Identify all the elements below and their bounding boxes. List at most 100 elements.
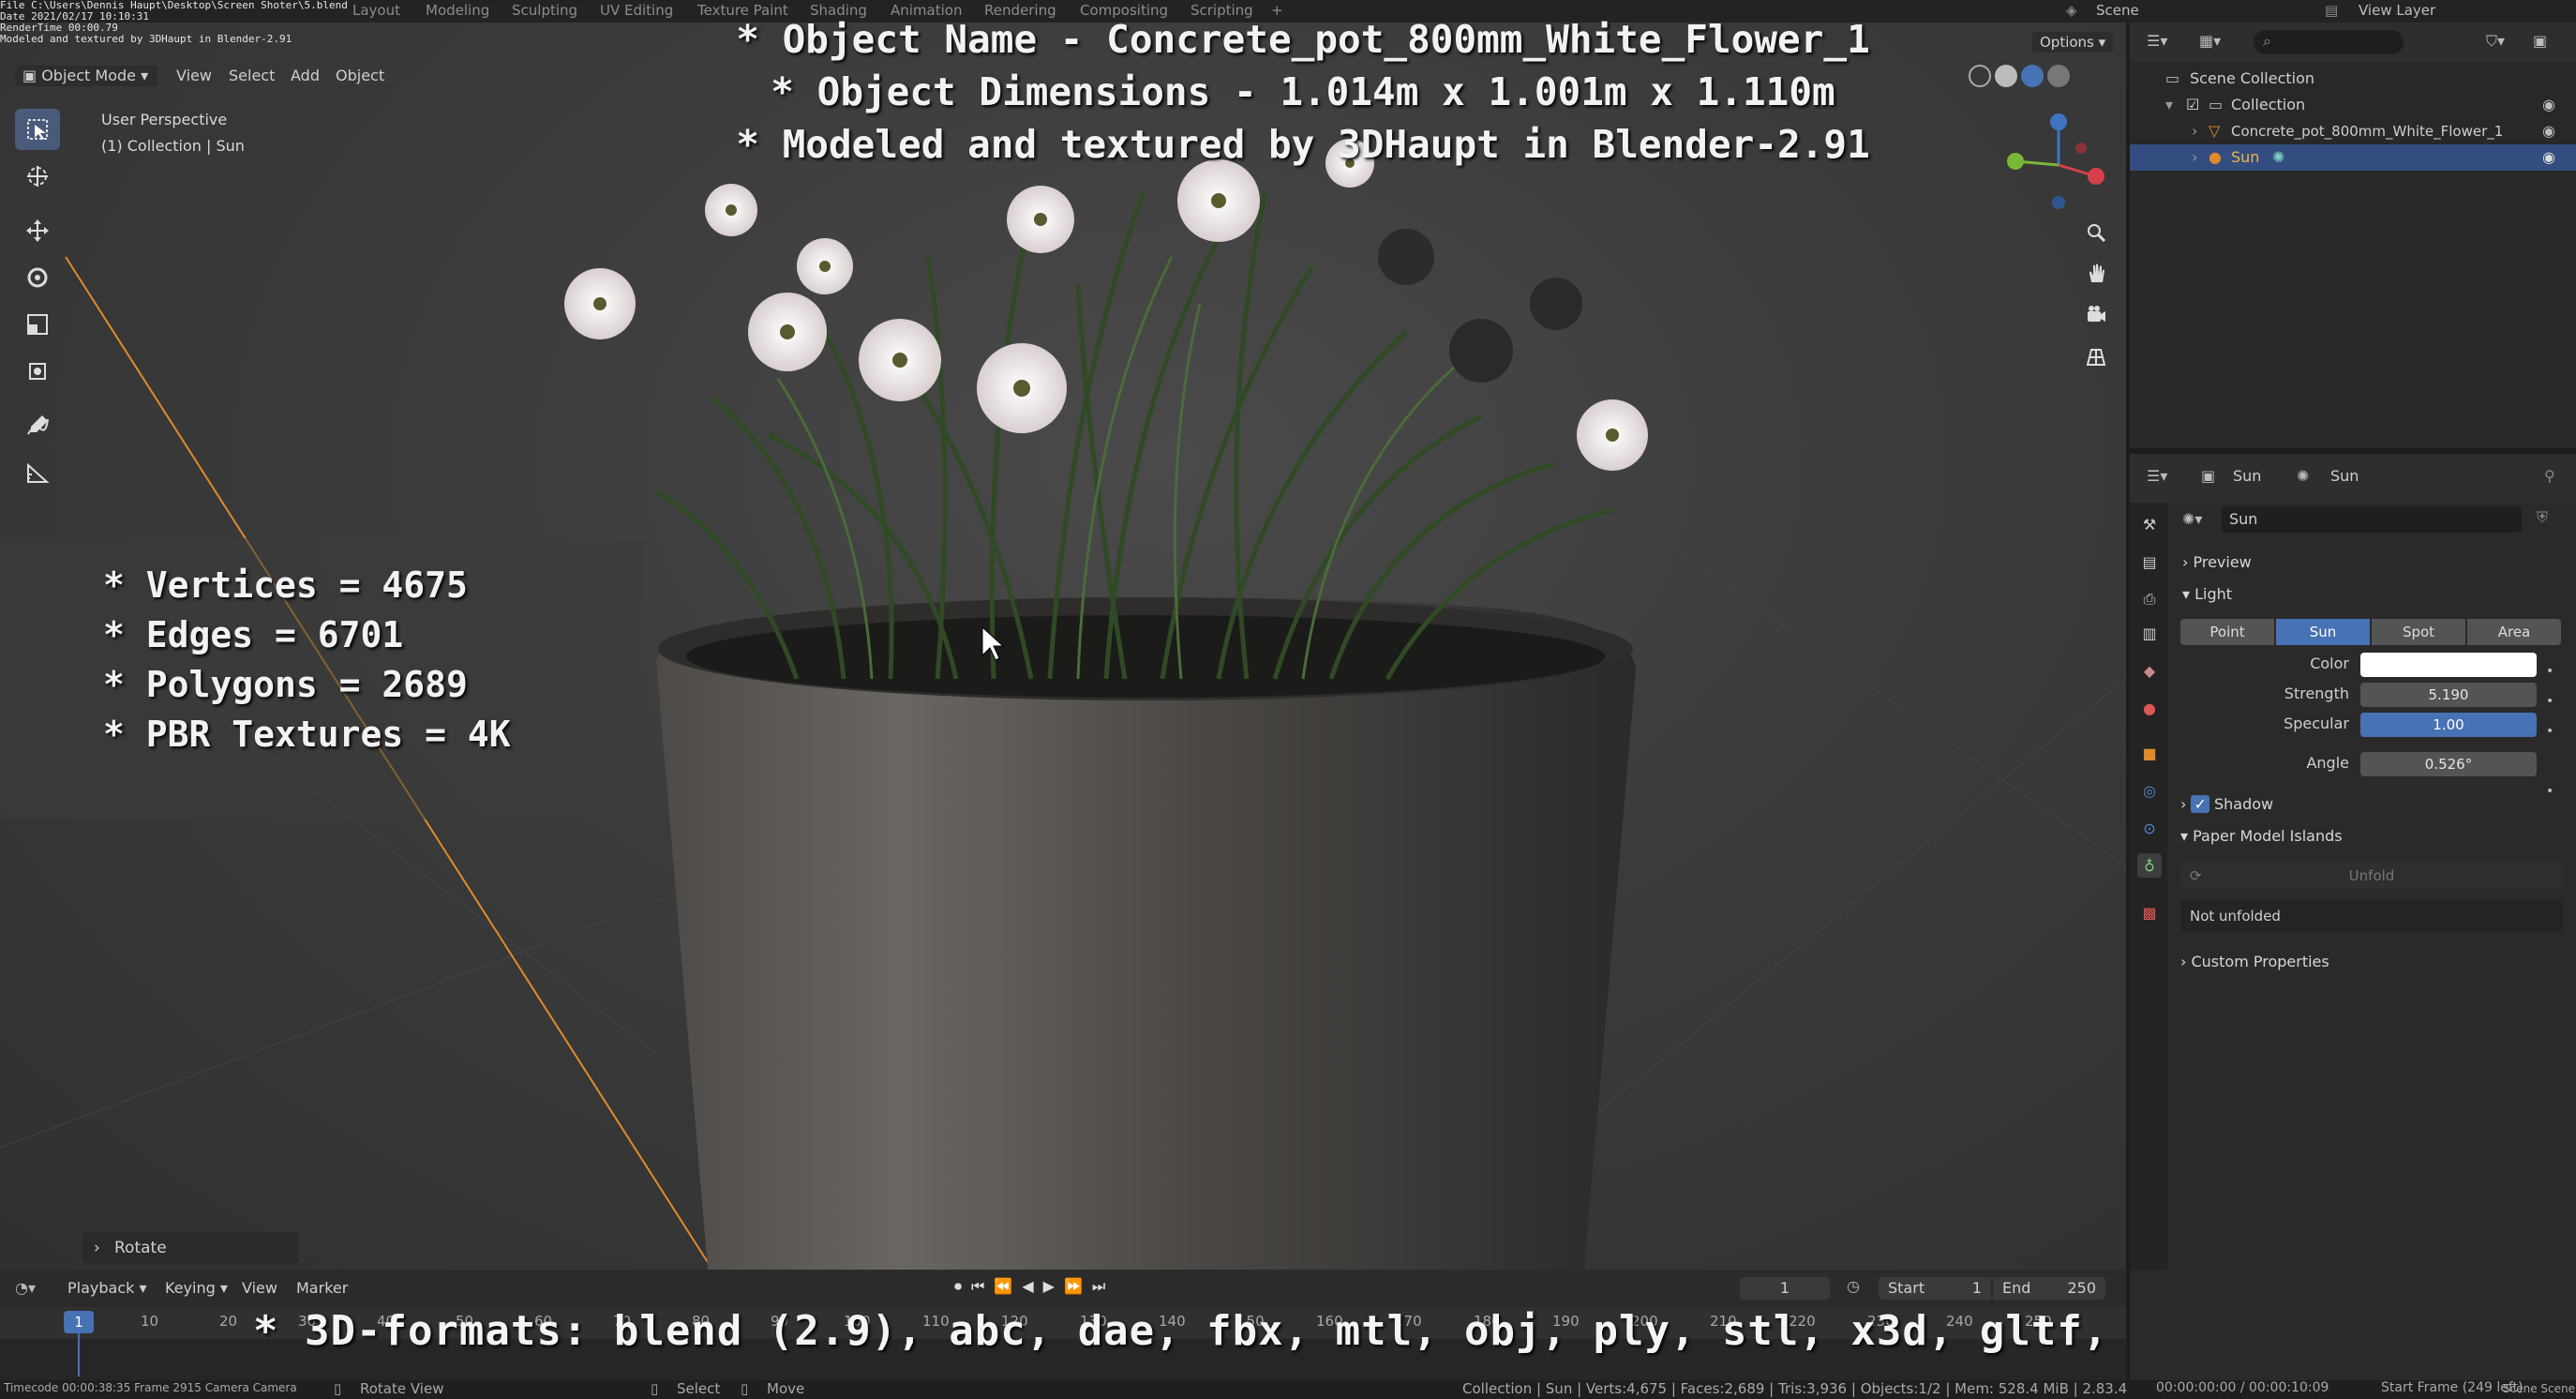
scene-selector[interactable]: Scene xyxy=(2087,2,2149,19)
end-frame-field[interactable]: End 250 xyxy=(1993,1277,2105,1300)
scene-tab-icon[interactable]: ◆ xyxy=(2137,658,2162,683)
tool-tab-icon[interactable]: ⚒ xyxy=(2137,512,2162,536)
visibility-eye-icon[interactable]: ◉ xyxy=(2542,144,2555,171)
view-layer-selector[interactable]: View Layer xyxy=(2349,2,2445,19)
prev-keyframe-icon[interactable]: ⏪ xyxy=(994,1277,1012,1300)
chevron-down-icon[interactable]: ▾ xyxy=(2165,92,2173,118)
section-shadow[interactable]: › ✓ Shadow xyxy=(2180,791,2273,818)
outliner-row-scene-collection[interactable]: ▭ Scene Collection xyxy=(2130,66,2576,92)
chevron-right-icon[interactable]: › xyxy=(2192,144,2197,171)
light-type-spot[interactable]: Spot xyxy=(2372,619,2465,645)
light-type-icon[interactable]: ✺▾ xyxy=(2182,510,2202,528)
section-shadow-label: Shadow xyxy=(2213,795,2274,813)
light-type-sun[interactable]: Sun xyxy=(2276,619,2370,645)
workspace-tab-sculpting[interactable]: Sculpting xyxy=(502,2,587,19)
output-tab-icon[interactable]: ⎙ xyxy=(2137,587,2162,611)
menu-marker[interactable]: Marker xyxy=(296,1279,348,1297)
workspace-tab-modeling[interactable]: Modeling xyxy=(416,2,499,19)
outliner-row-collection[interactable]: ▾ ☑ ▭ Collection ◉ xyxy=(2130,92,2576,118)
jump-start-icon[interactable]: ⏮ xyxy=(971,1277,984,1300)
zoom-button[interactable] xyxy=(2079,216,2113,249)
current-frame-field[interactable]: 1 xyxy=(1740,1277,1830,1300)
outliner-row-pot[interactable]: › ▽ Concrete_pot_800mm_White_Flower_1 ◉ xyxy=(2130,118,2576,144)
visibility-eye-icon[interactable]: ◉ xyxy=(2542,118,2555,144)
specular-label: Specular xyxy=(2284,715,2349,732)
context-data-label[interactable]: Sun xyxy=(2330,467,2359,485)
editor-type-icon[interactable]: ◔▾ xyxy=(15,1279,36,1297)
material-shading-icon[interactable] xyxy=(2021,65,2044,87)
pin-icon[interactable]: ⚲ xyxy=(2544,467,2555,485)
select-box-icon xyxy=(27,119,48,140)
world-tab-icon[interactable]: ● xyxy=(2137,696,2162,720)
angle-field[interactable]: 0.526° xyxy=(2360,752,2537,776)
transform-tool[interactable] xyxy=(15,351,60,392)
rendered-shading-icon[interactable] xyxy=(2047,65,2070,87)
record-icon[interactable]: ⏺ xyxy=(954,1277,962,1300)
context-object-label[interactable]: Sun xyxy=(2233,467,2261,485)
start-frame-field[interactable]: Start 1 xyxy=(1879,1277,1991,1300)
mouse-middle-icon: ▯ xyxy=(334,1380,342,1397)
last-operator-panel[interactable]: › Rotate xyxy=(82,1232,298,1264)
scale-tool[interactable] xyxy=(15,304,60,345)
keyframe-dots[interactable]: • • • • xyxy=(2546,656,2554,806)
outliner-search-input[interactable]: ⌕ xyxy=(2254,30,2404,54)
datablock-name-field[interactable]: Sun xyxy=(2222,506,2522,533)
play-icon[interactable]: ▶ xyxy=(1043,1277,1055,1300)
chevron-right-icon[interactable]: › xyxy=(2192,118,2197,144)
section-preview-label: Preview xyxy=(2193,553,2252,571)
editor-type-icon[interactable]: ☰▾ xyxy=(2147,467,2167,485)
measure-tool[interactable] xyxy=(15,452,60,493)
options-dropdown[interactable]: Options ▾ xyxy=(2032,32,2114,53)
play-reverse-icon[interactable]: ◀ xyxy=(1022,1277,1033,1300)
light-type-point[interactable]: Point xyxy=(2180,619,2274,645)
camera-view-button[interactable] xyxy=(2079,298,2113,332)
menu-keying[interactable]: Keying ▾ xyxy=(165,1279,228,1297)
constraints-tab-icon[interactable]: ⊙ xyxy=(2137,816,2162,840)
texture-tab-icon[interactable]: ▩ xyxy=(2137,900,2162,925)
specular-slider[interactable]: 1.00 xyxy=(2360,713,2537,737)
rotate-tool[interactable] xyxy=(15,257,60,298)
display-mode-icon[interactable]: ▦▾ xyxy=(2199,32,2221,50)
unfold-button[interactable]: ⟳ Unfold xyxy=(2180,863,2563,889)
fake-user-shield-icon[interactable]: ⛨ xyxy=(2537,508,2548,527)
navigation-gizmo[interactable] xyxy=(2007,113,2104,209)
render-tab-icon[interactable]: ▤ xyxy=(2137,549,2162,574)
jump-end-icon[interactable]: ⏭ xyxy=(1092,1277,1105,1300)
light-type-area[interactable]: Area xyxy=(2467,619,2561,645)
pot-soil xyxy=(686,615,1605,698)
unfold-status: Not unfolded xyxy=(2180,900,2563,932)
new-collection-icon[interactable]: ▣ xyxy=(2533,32,2547,50)
editor-type-icon[interactable]: ☰▾ xyxy=(2147,32,2167,50)
section-light[interactable]: ▾ Light xyxy=(2182,581,2232,608)
view-layer-tab-icon[interactable]: ▥ xyxy=(2137,621,2162,645)
scene-collection-icon: ▭ xyxy=(2165,69,2180,87)
section-custom-properties[interactable]: › Custom Properties xyxy=(2180,949,2329,975)
cursor-tool[interactable] xyxy=(15,156,60,197)
strength-field[interactable]: 5.190 xyxy=(2360,683,2537,707)
object-tab-icon[interactable]: ■ xyxy=(2137,741,2162,765)
filter-icon[interactable]: ⛉▾ xyxy=(2486,32,2505,51)
outliner-row-sun[interactable]: › ● Sun ✺ ◉ xyxy=(2130,144,2576,171)
timeline-menu-view[interactable]: View xyxy=(242,1279,277,1297)
scene-icon[interactable]: ◈ xyxy=(2057,2,2087,19)
section-preview[interactable]: › Preview xyxy=(2182,549,2252,576)
color-swatch[interactable] xyxy=(2360,653,2537,677)
move-tool[interactable] xyxy=(15,210,60,251)
clock-icon[interactable]: ◷ xyxy=(1847,1277,1860,1295)
ortho-toggle-button[interactable] xyxy=(2079,339,2113,373)
section-paper-model[interactable]: ▾ Paper Model Islands xyxy=(2180,823,2343,850)
select-box-tool[interactable] xyxy=(15,109,60,150)
playhead-frame-indicator[interactable]: 1 xyxy=(64,1311,94,1333)
view-layer-icon[interactable]: ▤ xyxy=(2315,2,2347,19)
next-keyframe-icon[interactable]: ⏩ xyxy=(1064,1277,1083,1300)
annotate-tool[interactable] xyxy=(15,405,60,446)
pan-button[interactable] xyxy=(2079,257,2113,291)
visibility-eye-icon[interactable]: ◉ xyxy=(2542,92,2555,118)
checkbox-icon[interactable]: ☑ xyxy=(2186,92,2199,118)
physics-tab-icon[interactable]: ◎ xyxy=(2137,778,2162,803)
shadow-checkbox[interactable]: ✓ xyxy=(2191,795,2209,813)
textures-stat: * PBR Textures = 4K xyxy=(103,714,511,755)
menu-playback[interactable]: Playback ▾ xyxy=(67,1279,147,1297)
light-data-tab-icon[interactable]: ♁ xyxy=(2137,853,2162,878)
outliner-header: ☰▾ ▦▾ ⌕ ⛉▾ ▣ xyxy=(2130,23,2576,62)
